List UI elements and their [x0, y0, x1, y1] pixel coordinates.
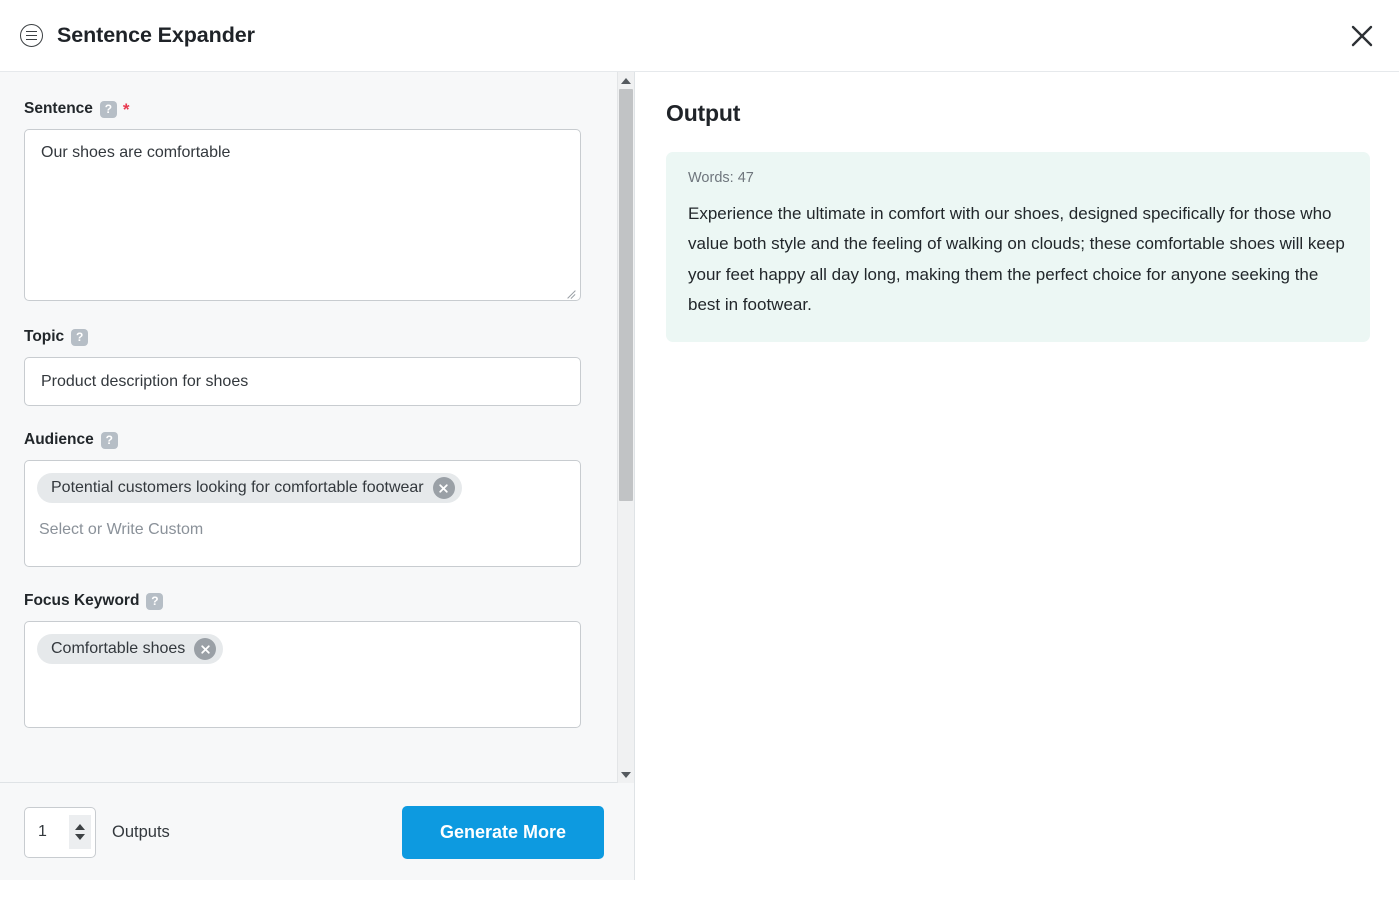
- focus-keyword-input[interactable]: Comfortable shoes: [24, 621, 581, 728]
- question-mark-icon[interactable]: ?: [71, 328, 89, 346]
- generate-more-button[interactable]: Generate More: [402, 805, 604, 859]
- outputs-label: Outputs: [112, 822, 170, 841]
- form-fields: Sentence ? * Our shoes are comfortable T…: [0, 72, 613, 728]
- form-scroll-area: Sentence ? * Our shoes are comfortable T…: [0, 72, 634, 783]
- scroll-up-button[interactable]: [618, 72, 634, 89]
- field-topic: Topic ? Product description for shoes: [24, 328, 589, 406]
- sentence-label: Sentence: [24, 100, 93, 117]
- circle-list-icon[interactable]: [20, 24, 43, 47]
- audience-label: Audience: [24, 431, 94, 448]
- topic-label: Topic: [24, 328, 65, 345]
- sentence-label-row: Sentence ? *: [24, 100, 589, 118]
- resize-handle-icon[interactable]: [566, 286, 577, 297]
- audience-placeholder: Select or Write Custom: [39, 521, 204, 538]
- page-title: Sentence Expander: [57, 23, 255, 47]
- word-count-label: Words: 47: [688, 170, 754, 186]
- required-marker: *: [122, 99, 130, 119]
- audience-input[interactable]: Potential customers looking for comforta…: [24, 460, 581, 567]
- outputs-count-value: 1: [38, 823, 47, 840]
- focus-keyword-label-row: Focus Keyword ?: [24, 592, 589, 610]
- outputs-stepper-buttons[interactable]: [69, 815, 91, 849]
- chevron-up-icon: [621, 77, 631, 84]
- output-title: Output: [666, 100, 741, 126]
- focus-keyword-tag[interactable]: Comfortable shoes: [37, 634, 224, 664]
- audience-label-row: Audience ?: [24, 431, 589, 449]
- output-card: Words: 47 Experience the ultimate in com…: [666, 152, 1370, 342]
- outputs-count-input[interactable]: 1: [24, 806, 96, 858]
- sentence-value: Our shoes are comfortable: [41, 144, 231, 161]
- scrollbar-thumb[interactable]: [619, 89, 633, 501]
- scroll-down-button[interactable]: [618, 766, 634, 783]
- topic-value: Product description for shoes: [41, 372, 249, 390]
- chevron-down-icon: [621, 771, 631, 778]
- stepper-down-icon[interactable]: [75, 834, 85, 840]
- header-left-group: Sentence Expander: [0, 23, 255, 48]
- remove-tag-icon[interactable]: [432, 477, 455, 499]
- sentence-input[interactable]: Our shoes are comfortable: [24, 129, 581, 301]
- question-mark-icon[interactable]: ?: [100, 431, 118, 449]
- question-mark-icon[interactable]: ?: [99, 100, 117, 118]
- field-sentence: Sentence ? * Our shoes are comfortable: [24, 100, 589, 301]
- form-footer: 1 Outputs Generate More: [0, 784, 634, 880]
- field-audience: Audience ? Potential customers looking f…: [24, 431, 589, 567]
- form-scrollbar[interactable]: [617, 72, 634, 783]
- output-text: Experience the ultimate in comfort with …: [688, 204, 1345, 314]
- topic-label-row: Topic ?: [24, 328, 589, 346]
- topic-input[interactable]: Product description for shoes: [24, 357, 581, 406]
- focus-keyword-tag-label: Comfortable shoes: [51, 640, 186, 657]
- close-icon: [1351, 25, 1373, 47]
- focus-keyword-label: Focus Keyword: [24, 592, 140, 609]
- remove-tag-icon[interactable]: [194, 638, 217, 660]
- output-panel: Output Words: 47 Experience the ultimate…: [636, 72, 1399, 923]
- app-header: Sentence Expander: [0, 0, 1399, 72]
- stepper-up-icon[interactable]: [75, 824, 85, 830]
- question-mark-icon[interactable]: ?: [146, 592, 164, 610]
- audience-tag[interactable]: Potential customers looking for comforta…: [37, 473, 462, 503]
- audience-tag-label: Potential customers looking for comforta…: [51, 479, 424, 496]
- form-panel: Sentence ? * Our shoes are comfortable T…: [0, 72, 635, 880]
- field-focus-keyword: Focus Keyword ? Comfortable shoes: [24, 592, 589, 728]
- close-button[interactable]: [1340, 14, 1384, 58]
